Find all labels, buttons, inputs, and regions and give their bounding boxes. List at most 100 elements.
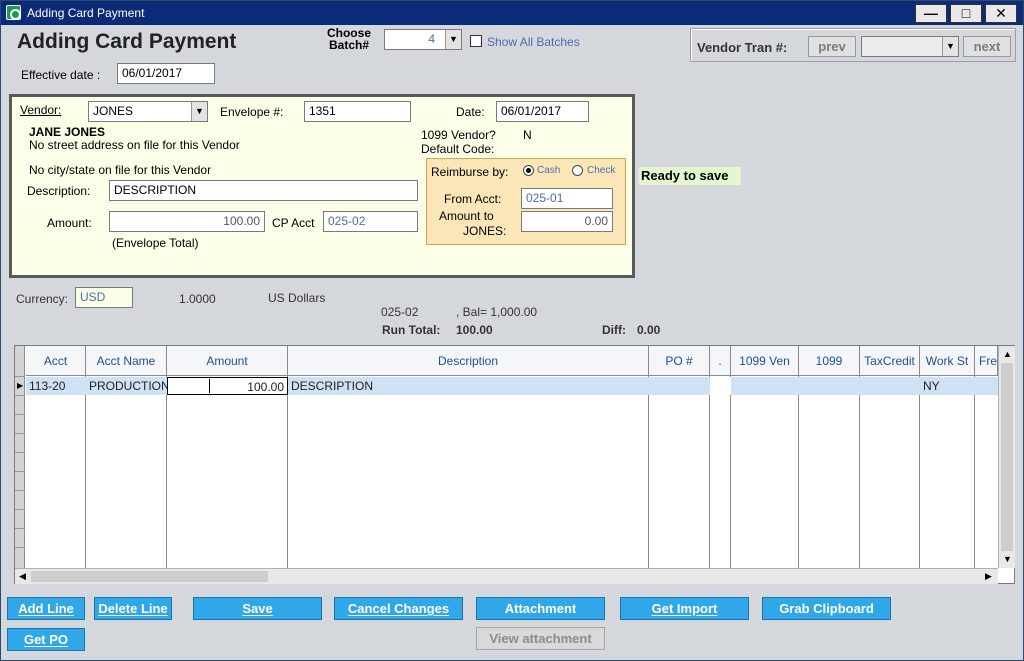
vertical-scrollbar[interactable]: ▲ ▼: [998, 346, 1015, 568]
chevron-down-icon[interactable]: ▼: [445, 30, 461, 49]
delete-line-button[interactable]: Delete Line: [94, 597, 172, 620]
vendor-1099-label: 1099 Vendor?: [421, 128, 496, 142]
prev-button[interactable]: prev: [808, 36, 856, 57]
from-acct-field[interactable]: 025-01: [521, 188, 613, 209]
city-state-note: No city/state on file for this Vendor: [29, 163, 212, 177]
current-row-icon: ▶: [17, 381, 24, 390]
horizontal-scrollbar[interactable]: ◀ ▶: [15, 568, 998, 584]
diff-label: Diff:: [602, 323, 626, 337]
chevron-down-icon[interactable]: ▼: [942, 37, 958, 56]
vertical-scroll-thumb[interactable]: [1001, 363, 1013, 551]
scroll-down-icon[interactable]: ▼: [1003, 554, 1012, 564]
reimburse-amount-field[interactable]: 0.00: [521, 211, 613, 232]
reimburse-by-label: Reimburse by:: [431, 165, 509, 179]
reimburse-cash-radio[interactable]: [523, 165, 534, 176]
card-payment-window: Adding Card Payment — □ ✕ Adding Card Pa…: [0, 0, 1024, 661]
cancel-changes-button[interactable]: Cancel Changes: [334, 597, 463, 620]
attachment-button[interactable]: Attachment: [476, 597, 605, 620]
app-logo-icon: [6, 5, 21, 20]
row-header-column: ▶: [15, 346, 25, 568]
batch-select[interactable]: 4 ▼: [384, 29, 462, 50]
col-header-acct-name[interactable]: Acct Name: [86, 346, 167, 376]
col-header-dot[interactable]: .: [710, 346, 731, 376]
cell-description[interactable]: DESCRIPTION: [288, 377, 649, 395]
cell-acct[interactable]: 113-20: [26, 377, 86, 395]
from-acct-label: From Acct:: [444, 192, 502, 206]
col-header-fre[interactable]: Fre: [975, 346, 998, 376]
maximize-button[interactable]: □: [950, 4, 982, 23]
envelope-field[interactable]: 1351: [304, 101, 411, 122]
next-button[interactable]: next: [963, 36, 1011, 57]
currency-name: US Dollars: [268, 291, 326, 305]
envelope-total-note: (Envelope Total): [112, 236, 199, 250]
vendor-1099-value: N: [523, 128, 532, 142]
effective-date-label: Effective date :: [21, 68, 101, 82]
scroll-up-icon[interactable]: ▲: [1003, 349, 1012, 359]
diff-value: 0.00: [637, 323, 661, 337]
amount-field[interactable]: 100.00: [109, 211, 265, 232]
col-header-taxcredit[interactable]: TaxCredit: [860, 346, 920, 376]
line-items-grid: ▶ Acct Acct Name Amount Description PO #…: [14, 345, 1015, 584]
balance-acct: 025-02: [381, 305, 419, 319]
cell-acct-name[interactable]: PRODUCTION: [86, 377, 167, 395]
view-attachment-button[interactable]: View attachment: [476, 627, 605, 650]
grab-clipboard-button[interactable]: Grab Clipboard: [762, 597, 891, 620]
show-all-batches-label: Show All Batches: [487, 35, 580, 49]
get-po-button[interactable]: Get PO: [7, 628, 85, 651]
cell-dot[interactable]: [710, 377, 731, 395]
title-bar: Adding Card Payment — □ ✕: [1, 1, 1023, 25]
close-button[interactable]: ✕: [985, 4, 1017, 23]
description-label: Description:: [27, 184, 91, 198]
amount-to-label: Amount to: [439, 209, 494, 223]
get-import-button[interactable]: Get Import: [620, 597, 749, 620]
save-button[interactable]: Save: [193, 597, 322, 620]
col-header-po[interactable]: PO #: [649, 346, 710, 376]
vendor-tran-group: Vendor Tran #: prev ▼ next: [690, 28, 1016, 62]
cell-po[interactable]: [649, 377, 710, 395]
default-code-label: Default Code:: [421, 142, 495, 156]
minimize-button[interactable]: —: [915, 4, 947, 23]
amount-label: Amount:: [47, 216, 92, 230]
close-icon: ✕: [995, 5, 1007, 21]
col-header-amount[interactable]: Amount: [167, 346, 288, 376]
reimburse-check-label: Check: [587, 165, 616, 176]
show-all-batches-checkbox[interactable]: [470, 35, 482, 47]
vendor-tran-select[interactable]: ▼: [861, 36, 959, 57]
reimburse-panel: Reimburse by: Cash Check From Acct: 025-…: [426, 158, 626, 245]
page-title: Adding Card Payment: [17, 30, 237, 53]
cp-acct-field[interactable]: 025-02: [323, 211, 418, 232]
currency-rate: 1.0000: [179, 292, 216, 306]
balance-value: , Bal= 1,000.00: [456, 305, 538, 319]
date-label: Date:: [456, 105, 485, 119]
cell-1099-ven[interactable]: [731, 377, 799, 395]
description-field[interactable]: DESCRIPTION: [109, 180, 418, 201]
reimburse-cash-label: Cash: [537, 165, 561, 176]
chevron-down-icon[interactable]: ▼: [191, 102, 207, 121]
col-header-description[interactable]: Description: [288, 346, 649, 376]
vendor-select[interactable]: JONES ▼: [88, 101, 208, 122]
vendor-tran-label: Vendor Tran #:: [697, 40, 788, 55]
col-header-work-st[interactable]: Work St: [920, 346, 975, 376]
reimburse-check-radio[interactable]: [572, 165, 583, 176]
vendor-value: JONES: [93, 104, 134, 118]
horizontal-scroll-thumb[interactable]: [31, 571, 268, 582]
effective-date-field[interactable]: 06/01/2017: [117, 63, 215, 84]
cell-fre[interactable]: [975, 377, 998, 395]
col-header-1099[interactable]: 1099: [799, 346, 860, 376]
col-header-1099-ven[interactable]: 1099 Ven: [731, 346, 799, 376]
vendor-label: Vendor:: [20, 103, 62, 117]
cell-amount-input[interactable]: 100.00: [167, 377, 288, 395]
scroll-left-icon[interactable]: ◀: [19, 571, 26, 582]
maximize-icon: □: [961, 5, 971, 21]
cell-1099[interactable]: [799, 377, 860, 395]
scroll-right-icon[interactable]: ▶: [985, 571, 992, 582]
choose-batch-label: Choose Batch#: [326, 26, 371, 52]
run-total-value: 100.00: [456, 323, 493, 337]
vendor-name: JANE JONES: [29, 125, 106, 139]
currency-field[interactable]: USD: [75, 287, 133, 308]
add-line-button[interactable]: Add Line: [7, 597, 85, 620]
col-header-acct[interactable]: Acct: [26, 346, 86, 376]
date-field[interactable]: 06/01/2017: [496, 101, 589, 122]
cell-work-st[interactable]: NY: [920, 377, 975, 395]
cell-taxcredit[interactable]: [860, 377, 920, 395]
